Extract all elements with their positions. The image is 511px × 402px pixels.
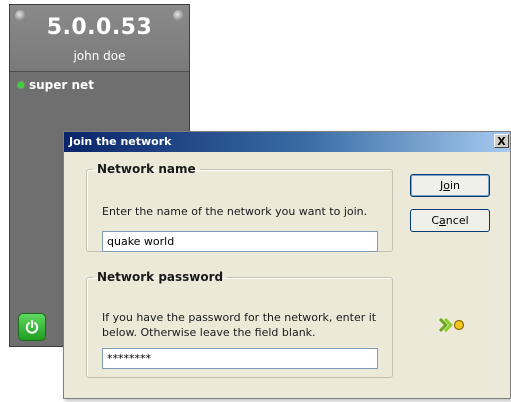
online-status-icon [18, 82, 24, 88]
dialog-title: Join the network [69, 135, 172, 148]
power-icon [25, 320, 39, 334]
join-button[interactable]: Join [410, 174, 490, 197]
network-name-legend: Network name [97, 162, 196, 176]
network-password-legend: Network password [97, 270, 224, 284]
go-arrow-icon [439, 318, 467, 332]
network-password-input[interactable] [102, 348, 378, 369]
close-button[interactable]: X [494, 134, 509, 148]
join-label-end: in [449, 179, 460, 192]
cancel-label-start: C [431, 214, 440, 227]
network-name-group: Network name Enter the name of the netwo… [86, 162, 393, 252]
client-nickname: john doe [73, 49, 126, 63]
cancel-label-end: ncel [445, 214, 469, 227]
network-password-description-line1: If you have the password for the network… [102, 311, 377, 324]
client-header: 5.0.0.53 john doe [10, 5, 189, 72]
power-button[interactable] [18, 313, 46, 341]
network-password-description-line2: below. Otherwise leave the field blank. [102, 326, 316, 339]
cancel-button[interactable]: Cancel [410, 209, 490, 232]
join-label-mnemonic: o [443, 179, 450, 192]
network-name-label: super net [29, 78, 94, 92]
join-network-dialog: Join the network X Network name Enter th… [63, 131, 511, 399]
network-name-input[interactable] [102, 231, 378, 252]
network-list-item[interactable]: super net [18, 78, 94, 92]
network-password-group: Network password If you have the passwor… [86, 270, 393, 378]
client-address: 5.0.0.53 [46, 15, 153, 40]
dialog-title-bar[interactable]: Join the network X [64, 132, 510, 152]
network-name-description: Enter the name of the network you want t… [102, 205, 368, 218]
cancel-label-mnemonic: a [439, 214, 446, 227]
